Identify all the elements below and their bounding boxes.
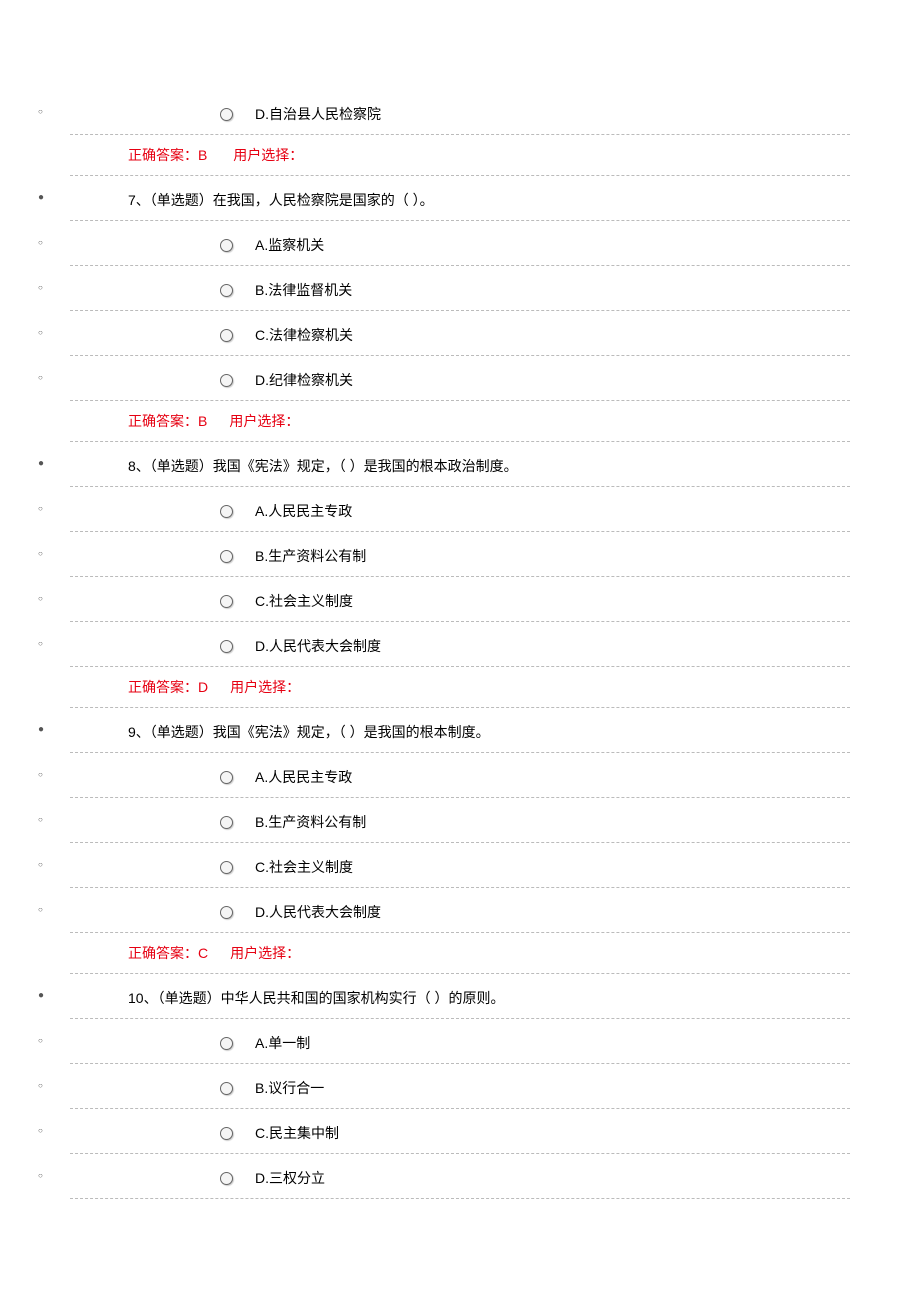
option-text: A.人民民主专政 (255, 767, 352, 787)
option-row: ○B.法律监督机关 (70, 266, 850, 311)
answer-feedback: 正确答案：B 用户选择： (70, 135, 850, 176)
questions-list: ●7、（单选题）在我国，人民检察院是国家的（ ）。○A.监察机关○B.法律监督机… (70, 176, 850, 1199)
option-row: ○C.社会主义制度 (70, 577, 850, 622)
correct-answer-label: 正确答案：D (128, 679, 208, 695)
radio-button[interactable] (220, 1127, 233, 1140)
option-text: D.人民代表大会制度 (255, 902, 381, 922)
option-row: ○ D.自治县人民检察院 (70, 90, 850, 135)
option-text: B.生产资料公有制 (255, 812, 366, 832)
radio-button[interactable] (220, 640, 233, 653)
question-text: （单选题）我国《宪法》规定，（ ）是我国的根本制度。 (150, 724, 490, 740)
radio-button[interactable] (220, 239, 233, 252)
question-row: ●7、（单选题）在我国，人民检察院是国家的（ ）。 (70, 176, 850, 221)
option-text: A.单一制 (255, 1033, 310, 1053)
list-bullet-hollow: ○ (38, 550, 43, 558)
question-number: 7、 (128, 192, 150, 208)
list-bullet-solid: ● (38, 459, 44, 469)
option-row: ○C.民主集中制 (70, 1109, 850, 1154)
list-bullet-solid: ● (38, 193, 44, 203)
user-choice-label: 用户选择： (233, 147, 303, 163)
question-row: ●9、（单选题）我国《宪法》规定，（ ）是我国的根本制度。 (70, 708, 850, 753)
list-bullet-hollow: ○ (38, 1172, 43, 1180)
option-row: ○B.议行合一 (70, 1064, 850, 1109)
option-text: D.自治县人民检察院 (255, 104, 381, 124)
question-number: 9、 (128, 724, 150, 740)
answer-feedback: 正确答案：D 用户选择： (70, 667, 850, 708)
option-text: C.社会主义制度 (255, 857, 353, 877)
list-bullet-hollow: ○ (38, 771, 43, 779)
radio-button[interactable] (220, 1172, 233, 1185)
option-row: ○D.人民代表大会制度 (70, 888, 850, 933)
list-bullet-solid: ● (38, 991, 44, 1001)
radio-button[interactable] (220, 1082, 233, 1095)
list-bullet-hollow: ○ (38, 816, 43, 824)
list-bullet-hollow: ○ (38, 505, 43, 513)
option-row: ○D.人民代表大会制度 (70, 622, 850, 667)
radio-button[interactable] (220, 374, 233, 387)
list-bullet-hollow: ○ (38, 1127, 43, 1135)
radio-button[interactable] (220, 1037, 233, 1050)
option-text: D.人民代表大会制度 (255, 636, 381, 656)
list-bullet-hollow: ○ (38, 1037, 43, 1045)
option-text: B.议行合一 (255, 1078, 324, 1098)
list-bullet-hollow: ○ (38, 329, 43, 337)
radio-button[interactable] (220, 595, 233, 608)
question-row: ●8、（单选题）我国《宪法》规定，（ ）是我国的根本政治制度。 (70, 442, 850, 487)
question-number: 8、 (128, 458, 150, 474)
option-row: ○A.监察机关 (70, 221, 850, 266)
option-row: ○C.法律检察机关 (70, 311, 850, 356)
correct-answer-label: 正确答案：B (128, 413, 207, 429)
question-text: （单选题）中华人民共和国的国家机构实行（ ）的原则。 (158, 990, 505, 1006)
option-text: C.民主集中制 (255, 1123, 339, 1143)
list-bullet-hollow: ○ (38, 108, 43, 116)
option-text: A.监察机关 (255, 235, 324, 255)
list-bullet-hollow: ○ (38, 861, 43, 869)
option-row: ○A.人民民主专政 (70, 753, 850, 798)
answer-feedback: 正确答案：C 用户选择： (70, 933, 850, 974)
list-bullet-hollow: ○ (38, 1082, 43, 1090)
list-bullet-hollow: ○ (38, 640, 43, 648)
option-row: ○D.纪律检察机关 (70, 356, 850, 401)
radio-button[interactable] (220, 108, 233, 121)
option-text: C.社会主义制度 (255, 591, 353, 611)
radio-button[interactable] (220, 771, 233, 784)
option-row: ○D.三权分立 (70, 1154, 850, 1199)
user-choice-label: 用户选择： (230, 945, 300, 961)
list-bullet-hollow: ○ (38, 239, 43, 247)
option-row: ○A.单一制 (70, 1019, 850, 1064)
radio-button[interactable] (220, 505, 233, 518)
radio-button[interactable] (220, 861, 233, 874)
option-row: ○A.人民民主专政 (70, 487, 850, 532)
radio-button[interactable] (220, 329, 233, 342)
radio-button[interactable] (220, 284, 233, 297)
list-bullet-hollow: ○ (38, 284, 43, 292)
option-row: ○C.社会主义制度 (70, 843, 850, 888)
list-bullet-hollow: ○ (38, 595, 43, 603)
option-text: D.纪律检察机关 (255, 370, 353, 390)
option-text: A.人民民主专政 (255, 501, 352, 521)
user-choice-label: 用户选择： (230, 679, 300, 695)
question-row: ●10、（单选题）中华人民共和国的国家机构实行（ ）的原则。 (70, 974, 850, 1019)
radio-button[interactable] (220, 906, 233, 919)
option-text: C.法律检察机关 (255, 325, 353, 345)
list-bullet-hollow: ○ (38, 906, 43, 914)
radio-button[interactable] (220, 816, 233, 829)
correct-answer-label: 正确答案：B (128, 147, 211, 163)
user-choice-label: 用户选择： (229, 413, 299, 429)
question-number: 10、 (128, 990, 158, 1006)
option-row: ○B.生产资料公有制 (70, 798, 850, 843)
answer-feedback: 正确答案：B 用户选择： (70, 401, 850, 442)
option-text: B.法律监督机关 (255, 280, 352, 300)
list-bullet-solid: ● (38, 725, 44, 735)
question-text: （单选题）我国《宪法》规定，（ ）是我国的根本政治制度。 (150, 458, 518, 474)
correct-answer-label: 正确答案：C (128, 945, 208, 961)
option-row: ○B.生产资料公有制 (70, 532, 850, 577)
option-text: D.三权分立 (255, 1168, 325, 1188)
question-text: （单选题）在我国，人民检察院是国家的（ ）。 (150, 192, 434, 208)
list-bullet-hollow: ○ (38, 374, 43, 382)
radio-button[interactable] (220, 550, 233, 563)
option-text: B.生产资料公有制 (255, 546, 366, 566)
